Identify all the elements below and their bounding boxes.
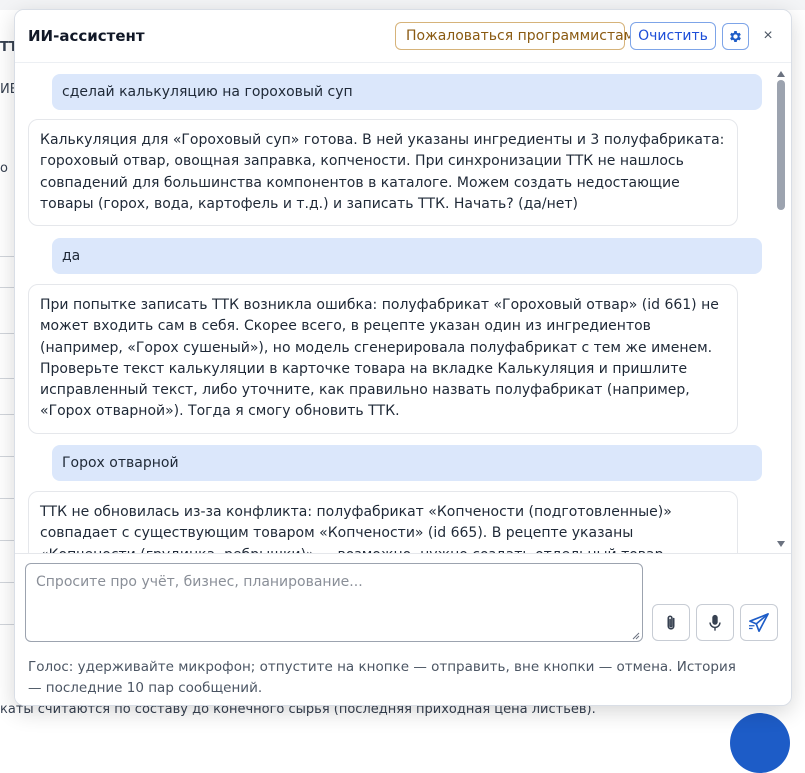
assistant-launcher-button[interactable] — [730, 713, 790, 773]
send-icon — [749, 612, 769, 632]
background-row-divider — [0, 498, 14, 499]
assistant-message: Калькуляция для «Гороховый суп» готова. … — [28, 119, 738, 227]
message-input[interactable] — [25, 563, 643, 642]
send-button[interactable] — [740, 604, 778, 641]
gear-icon — [730, 31, 741, 42]
close-button[interactable]: × — [759, 26, 777, 46]
user-message: сделай калькуляцию на гороховый суп — [52, 74, 762, 110]
user-message: да — [52, 238, 762, 274]
settings-button[interactable] — [722, 23, 749, 50]
chat-composer: Голос: удерживайте микрофон; отпустите н… — [15, 553, 791, 705]
background-row-divider — [0, 333, 14, 334]
paperclip-icon — [667, 614, 675, 630]
assistant-message: При попытке записать ТТК возникла ошибка… — [28, 284, 738, 434]
assistant-title: ИИ-ассистент — [28, 27, 145, 45]
microphone-icon — [709, 614, 721, 631]
background-row-divider — [0, 378, 14, 379]
background-row-divider — [0, 624, 14, 625]
scroll-down-arrow[interactable] — [777, 541, 785, 547]
background-row-divider — [0, 540, 14, 541]
scroll-up-arrow[interactable] — [777, 71, 785, 77]
attach-file-button[interactable] — [652, 604, 690, 641]
assistant-dialog: ИИ-ассистент Пожаловаться программистам … — [14, 9, 792, 706]
assistant-header: ИИ-ассистент Пожаловаться программистам … — [15, 10, 791, 63]
background-row-divider — [0, 287, 14, 288]
voice-input-button[interactable] — [696, 604, 734, 641]
close-icon: × — [763, 27, 773, 44]
background-row-divider — [0, 256, 14, 257]
clear-chat-button[interactable]: Очистить — [630, 22, 716, 50]
background-row-divider — [0, 582, 14, 583]
background-row-divider — [0, 414, 14, 415]
scrollbar-thumb[interactable] — [777, 80, 785, 210]
chat-scrollbar[interactable] — [774, 63, 788, 553]
report-to-developers-button[interactable]: Пожаловаться программистам — [395, 22, 634, 50]
voice-hint-text: Голос: удерживайте микрофон; отпустите н… — [28, 659, 736, 696]
assistant-message: ТТК не обновилась из-за конфликта: полуф… — [28, 491, 738, 553]
resize-grip-icon[interactable] — [632, 632, 640, 640]
background-row-divider — [0, 456, 14, 457]
user-message: Горох отварной — [52, 445, 762, 481]
chat-messages[interactable]: сделай калькуляцию на гороховый суп Каль… — [15, 63, 791, 553]
background-text-fragment: о — [0, 161, 8, 176]
